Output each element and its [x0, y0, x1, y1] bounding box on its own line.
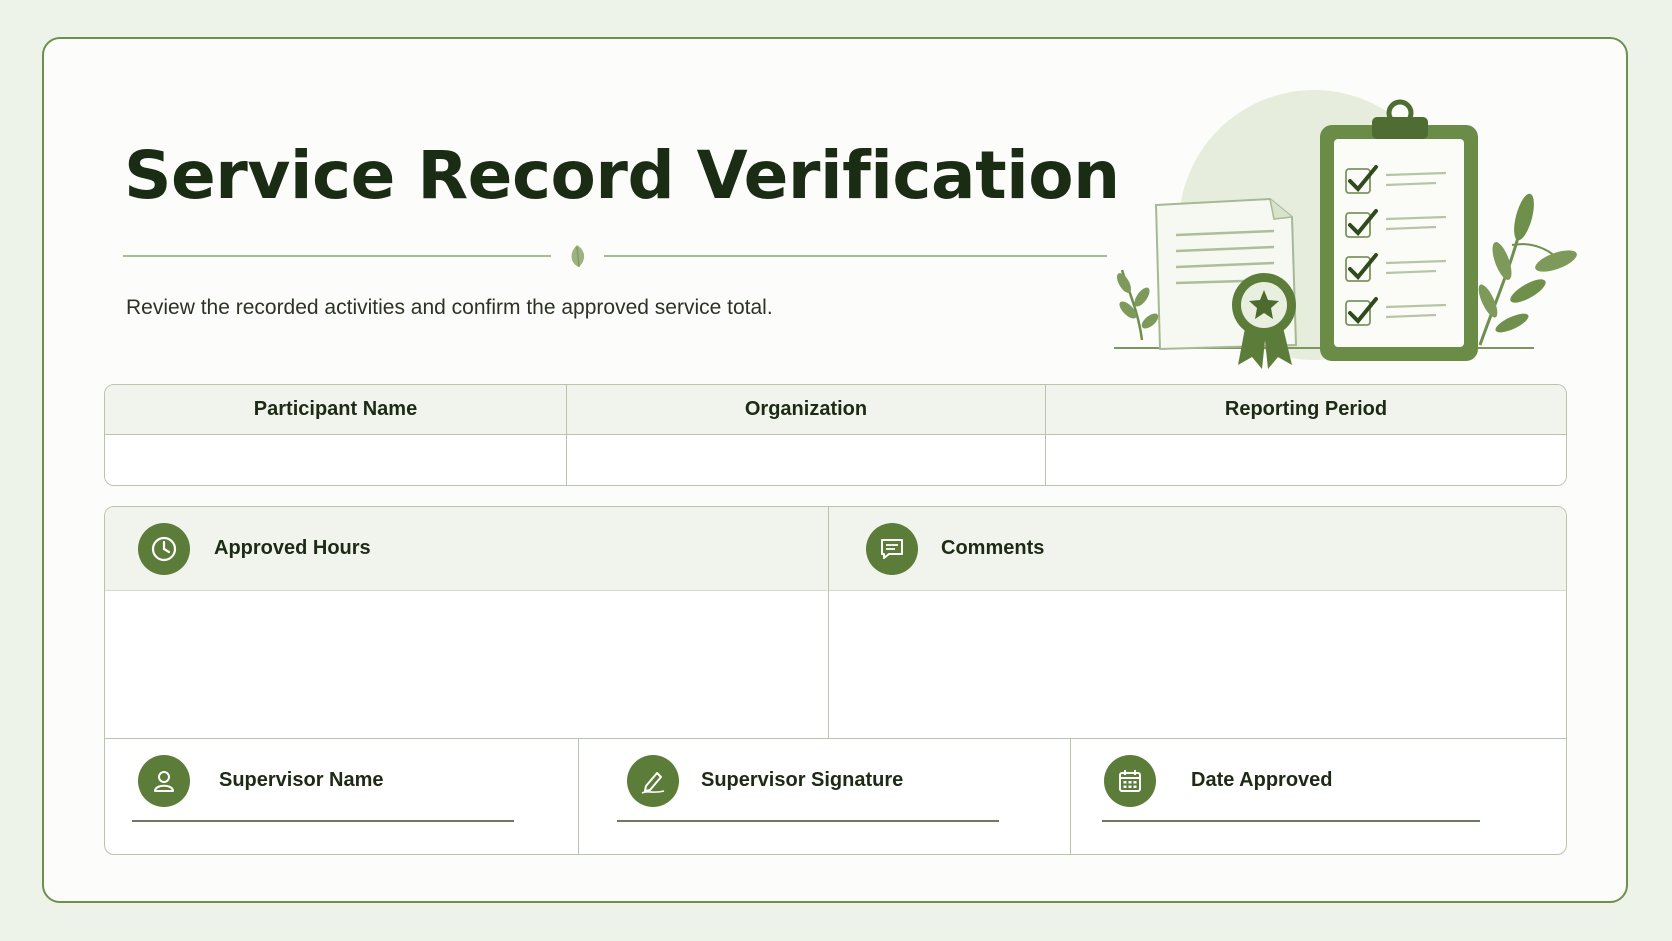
participant-name-field[interactable] [105, 435, 566, 485]
date-approved-label: Date Approved [1191, 769, 1333, 791]
plant-left-icon [1117, 269, 1159, 341]
date-approved-line[interactable] [1102, 820, 1480, 822]
person-icon [138, 755, 190, 807]
page-title: Service Record Verification [124, 137, 1120, 214]
clipboard-icon [1320, 99, 1478, 361]
comments-field[interactable] [829, 591, 1566, 738]
supervisor-name-label: Supervisor Name [219, 769, 384, 791]
form-card: Service Record Verification Review the r… [42, 37, 1628, 903]
approved-hours-header: Approved Hours [105, 507, 829, 591]
verification-panel: Approved Hours Comments Supervisor Name [104, 506, 1567, 855]
calendar-icon [1104, 755, 1156, 807]
organization-field[interactable] [566, 435, 1045, 485]
approved-hours-field[interactable] [105, 591, 829, 738]
comment-icon [866, 523, 918, 575]
plant-right-icon [1478, 193, 1577, 346]
certificate-icon [1154, 197, 1298, 369]
title-divider-left [123, 255, 551, 257]
supervisor-signature-section: Supervisor Signature [579, 739, 1071, 854]
clipboard-certificate-illustration [1114, 90, 1577, 369]
participant-info-table: Participant Name Organization Reporting … [104, 384, 1567, 486]
leaf-icon [571, 245, 585, 268]
supervisor-name-section: Supervisor Name [105, 739, 579, 854]
pen-icon [627, 755, 679, 807]
title-divider-right [604, 255, 1107, 257]
supervisor-signature-line[interactable] [617, 820, 999, 822]
supervisor-name-line[interactable] [132, 820, 514, 822]
page-subtitle: Review the recorded activities and confi… [126, 296, 773, 319]
reporting-period-field[interactable] [1045, 435, 1566, 485]
date-approved-section: Date Approved [1071, 739, 1566, 854]
header-participant-name: Participant Name [105, 385, 566, 435]
header-organization: Organization [566, 385, 1045, 435]
clock-icon [138, 523, 190, 575]
supervisor-signature-label: Supervisor Signature [701, 769, 904, 791]
signature-row: Supervisor Name Supervisor Signature Dat… [105, 738, 1566, 854]
comments-header: Comments [829, 507, 1566, 591]
comments-label: Comments [941, 537, 1045, 559]
header-reporting-period: Reporting Period [1045, 385, 1566, 435]
approved-hours-label: Approved Hours [214, 537, 371, 559]
